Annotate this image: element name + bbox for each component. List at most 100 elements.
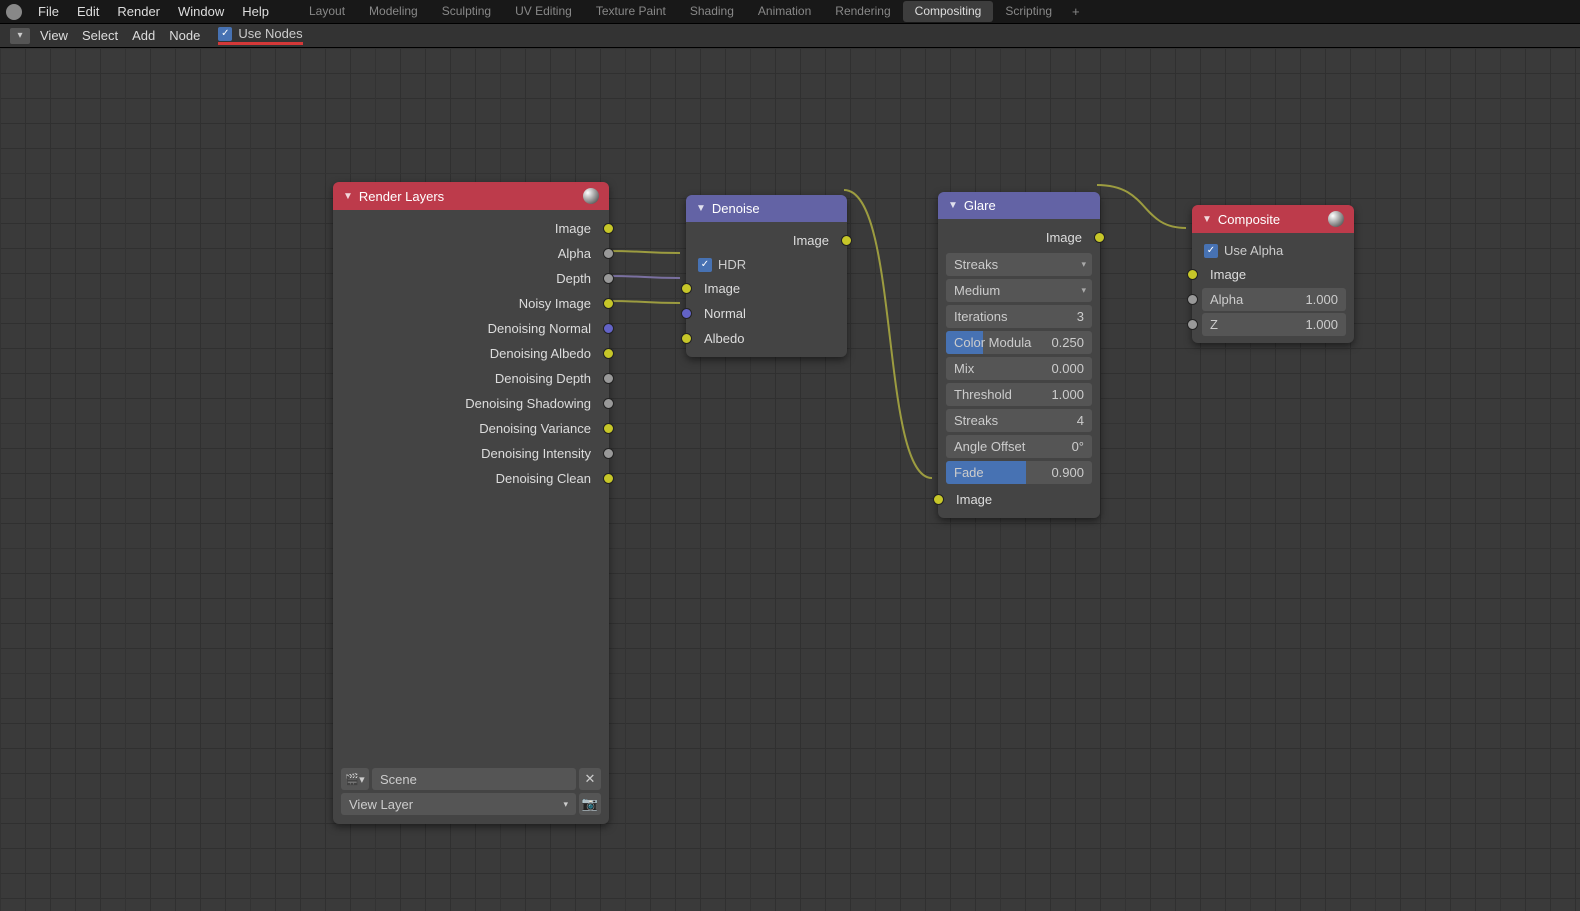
node-title: Denoise <box>712 201 837 216</box>
socket-denoising-clean-out[interactable] <box>603 473 614 484</box>
preview-icon[interactable] <box>1328 211 1344 227</box>
top-menubar: File Edit Render Window Help Layout Mode… <box>0 0 1580 24</box>
socket-normal-in[interactable] <box>681 308 692 319</box>
glare-quality-select[interactable]: Medium▾ <box>946 279 1092 302</box>
submenu-node[interactable]: Node <box>169 28 200 43</box>
output-label: Denoising Albedo <box>490 346 591 361</box>
tab-scripting[interactable]: Scripting <box>993 1 1064 22</box>
output-label: Denoising Normal <box>488 321 591 336</box>
socket-denoising-shadowing-out[interactable] <box>603 398 614 409</box>
node-title: Composite <box>1218 212 1322 227</box>
input-label: Image <box>1210 267 1246 282</box>
socket-image-out[interactable] <box>603 223 614 234</box>
socket-denoising-normal-out[interactable] <box>603 323 614 334</box>
socket-depth-out[interactable] <box>603 273 614 284</box>
threshold-field[interactable]: Threshold1.000 <box>946 383 1092 406</box>
socket-denoising-intensity-out[interactable] <box>603 448 614 459</box>
node-editor-canvas[interactable]: ▼ Render Layers Image Alpha Depth Noisy … <box>0 48 1580 911</box>
use-alpha-toggle[interactable]: Use Alpha <box>1192 239 1354 262</box>
z-field[interactable]: Z1.000 <box>1202 313 1346 336</box>
scene-clear-button[interactable]: ✕ <box>579 768 601 790</box>
tab-layout[interactable]: Layout <box>297 1 357 22</box>
socket-alpha-in[interactable] <box>1187 294 1198 305</box>
submenu-select[interactable]: Select <box>82 28 118 43</box>
submenu-add[interactable]: Add <box>132 28 155 43</box>
socket-denoising-albedo-out[interactable] <box>603 348 614 359</box>
node-links <box>0 48 1580 911</box>
tab-shading[interactable]: Shading <box>678 1 746 22</box>
view-layer-select[interactable]: View Layer▾ <box>341 793 576 815</box>
editor-type-selector[interactable]: ▾ <box>10 28 30 44</box>
node-render-layers[interactable]: ▼ Render Layers Image Alpha Depth Noisy … <box>333 182 609 824</box>
preview-icon[interactable] <box>583 188 599 204</box>
alpha-field[interactable]: Alpha1.000 <box>1202 288 1346 311</box>
output-label: Denoising Shadowing <box>465 396 591 411</box>
input-label: Normal <box>704 306 746 321</box>
node-title: Render Layers <box>359 189 577 204</box>
output-label: Denoising Depth <box>495 371 591 386</box>
color-modula-slider[interactable]: Color Modula0.250 <box>946 331 1092 354</box>
tab-modeling[interactable]: Modeling <box>357 1 430 22</box>
node-header[interactable]: ▼ Denoise <box>686 195 847 222</box>
socket-image-in[interactable] <box>681 283 692 294</box>
input-label: Image <box>956 492 992 507</box>
tab-animation[interactable]: Animation <box>746 1 823 22</box>
node-denoise[interactable]: ▼ Denoise Image HDR Image Normal Albedo <box>686 195 847 357</box>
node-composite[interactable]: ▼ Composite Use Alpha Image Alpha1.000 Z… <box>1192 205 1354 343</box>
tab-texture-paint[interactable]: Texture Paint <box>584 1 678 22</box>
output-label: Denoising Variance <box>479 421 591 436</box>
render-single-button[interactable]: 📷 <box>579 793 601 815</box>
menu-window[interactable]: Window <box>170 2 232 21</box>
submenu-view[interactable]: View <box>40 28 68 43</box>
socket-denoising-depth-out[interactable] <box>603 373 614 384</box>
editor-header: ▾ View Select Add Node Use Nodes <box>0 24 1580 48</box>
output-label: Denoising Clean <box>496 471 591 486</box>
socket-image-in[interactable] <box>1187 269 1198 280</box>
chevron-down-icon: ▾ <box>1081 259 1086 270</box>
socket-noisy-image-out[interactable] <box>603 298 614 309</box>
checkbox-icon <box>698 258 712 272</box>
node-title: Glare <box>964 198 1090 213</box>
menu-edit[interactable]: Edit <box>69 2 107 21</box>
streaks-field[interactable]: Streaks4 <box>946 409 1092 432</box>
output-label: Noisy Image <box>519 296 591 311</box>
use-nodes-toggle[interactable]: Use Nodes <box>218 26 302 45</box>
socket-alpha-out[interactable] <box>603 248 614 259</box>
node-header[interactable]: ▼ Render Layers <box>333 182 609 210</box>
socket-albedo-in[interactable] <box>681 333 692 344</box>
socket-image-in[interactable] <box>933 494 944 505</box>
collapse-icon: ▼ <box>696 203 706 214</box>
node-body: Image Alpha Depth Noisy Image Denoising … <box>333 210 609 497</box>
output-label: Image <box>555 221 591 236</box>
tab-uv-editing[interactable]: UV Editing <box>503 1 584 22</box>
tab-compositing[interactable]: Compositing <box>903 1 994 22</box>
node-header[interactable]: ▼ Glare <box>938 192 1100 219</box>
scene-browse-button[interactable]: 🎬▾ <box>341 768 369 790</box>
output-label: Image <box>1046 230 1082 245</box>
output-label: Alpha <box>558 246 591 261</box>
input-label: Albedo <box>704 331 744 346</box>
menu-help[interactable]: Help <box>234 2 277 21</box>
tab-rendering[interactable]: Rendering <box>823 1 902 22</box>
menu-render[interactable]: Render <box>109 2 168 21</box>
add-workspace-button[interactable]: + <box>1064 1 1088 22</box>
checkbox-icon <box>218 27 232 41</box>
iterations-field[interactable]: Iterations3 <box>946 305 1092 328</box>
socket-image-out[interactable] <box>841 235 852 246</box>
hdr-toggle[interactable]: HDR <box>686 253 847 276</box>
scene-name-field[interactable]: Scene <box>372 768 576 790</box>
glare-type-select[interactable]: Streaks▾ <box>946 253 1092 276</box>
collapse-icon: ▼ <box>948 200 958 211</box>
socket-denoising-variance-out[interactable] <box>603 423 614 434</box>
menu-file[interactable]: File <box>30 2 67 21</box>
use-nodes-label: Use Nodes <box>238 26 302 41</box>
socket-z-in[interactable] <box>1187 319 1198 330</box>
tab-sculpting[interactable]: Sculpting <box>430 1 503 22</box>
fade-slider[interactable]: Fade0.900 <box>946 461 1092 484</box>
node-header[interactable]: ▼ Composite <box>1192 205 1354 233</box>
chevron-down-icon: ▾ <box>1081 285 1086 296</box>
node-glare[interactable]: ▼ Glare Image Streaks▾ Medium▾ Iteration… <box>938 192 1100 518</box>
mix-field[interactable]: Mix0.000 <box>946 357 1092 380</box>
angle-offset-field[interactable]: Angle Offset0° <box>946 435 1092 458</box>
socket-image-out[interactable] <box>1094 232 1105 243</box>
